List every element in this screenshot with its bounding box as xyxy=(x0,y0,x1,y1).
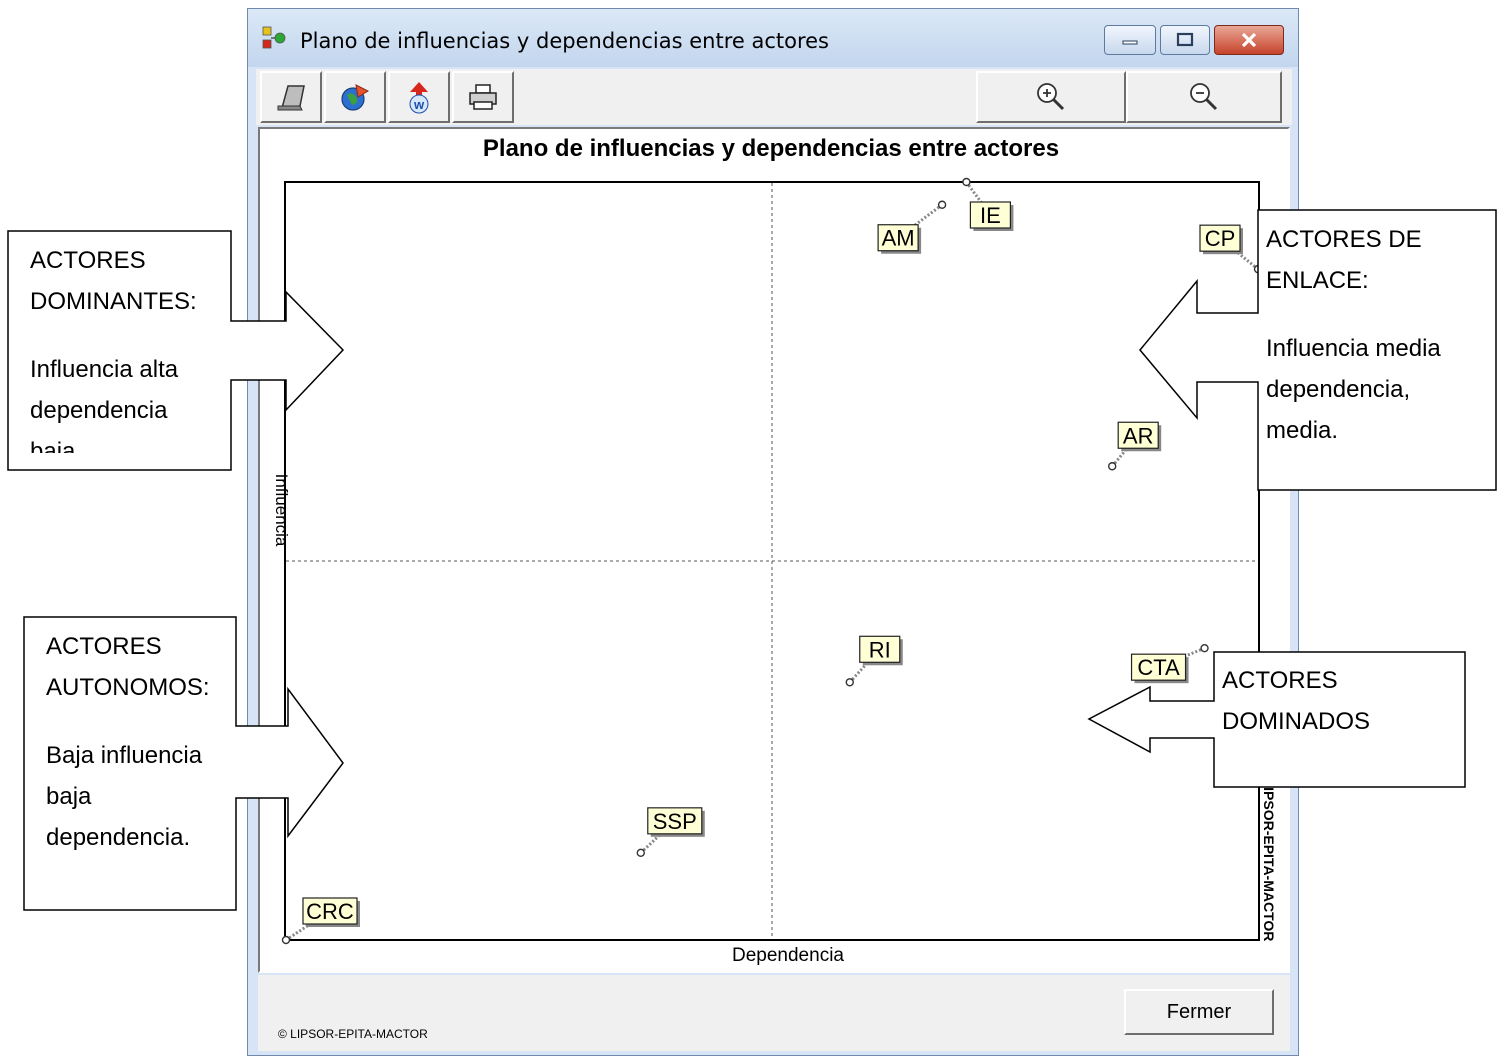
influence-dependence-chart: Plano de influencias y dependencias entr… xyxy=(272,135,1277,966)
x-axis-label: Dependencia xyxy=(732,945,844,966)
actor-label: AR xyxy=(1123,423,1154,448)
point-marker xyxy=(1253,264,1263,274)
actor-point-cta: CTA xyxy=(1130,643,1209,684)
callout-line: ACTORES xyxy=(1222,667,1338,694)
callout-line: baja xyxy=(46,783,92,810)
callout-line: media. xyxy=(1266,417,1339,444)
actor-point-ar: AR xyxy=(1107,421,1162,471)
callout-line: baja. xyxy=(30,438,83,453)
actor-label: SSP xyxy=(653,809,697,834)
y-axis-label: Influencia xyxy=(272,474,291,547)
point-marker xyxy=(1107,462,1117,471)
side-watermark: LIPSOR-EPITA-MACTOR xyxy=(1261,779,1277,942)
actor-label: AM xyxy=(882,226,915,251)
actor-label: CRC xyxy=(306,899,354,924)
callout-line: Baja influencia xyxy=(46,742,203,769)
point-marker xyxy=(636,848,645,858)
callout-dominados-text: ACTORES DOMINADOS xyxy=(1222,660,1458,742)
point-marker xyxy=(937,200,947,209)
callout-line: ACTORES DE xyxy=(1266,226,1422,253)
actor-point-ri: RI xyxy=(845,635,903,687)
callout-line: DOMINADOS xyxy=(1222,708,1371,735)
actor-point-crc: CRC xyxy=(281,897,360,945)
callout-line: AUTONOMOS: xyxy=(46,674,210,701)
chart-title: Plano de influencias y dependencias entr… xyxy=(483,135,1059,162)
actor-label: IE xyxy=(980,203,1001,228)
callout-line: ACTORES xyxy=(46,633,162,660)
actor-point-ssp: SSP xyxy=(636,807,705,858)
actor-point-ie: IE xyxy=(962,177,1014,231)
callout-dominantes-text: ACTORES DOMINANTES: Influencia alta depe… xyxy=(30,240,226,453)
callout-line: dependencia xyxy=(30,397,168,424)
callout-line: DOMINANTES: xyxy=(30,288,197,315)
actor-label: CP xyxy=(1205,226,1236,251)
callout-line: dependencia. xyxy=(46,824,191,851)
callout-line: Influencia media xyxy=(1266,335,1441,362)
actor-point-am: AM xyxy=(877,200,947,254)
point-marker xyxy=(281,935,291,945)
callout-autonomos-text: ACTORES AUTONOMOS: Baja influencia baja … xyxy=(46,626,232,858)
point-marker xyxy=(962,177,971,187)
actor-label: CTA xyxy=(1137,655,1180,680)
actor-label: RI xyxy=(869,637,891,662)
point-marker xyxy=(1200,643,1209,653)
actor-point-cp: CP xyxy=(1199,224,1263,274)
callout-line: ACTORES xyxy=(30,247,146,274)
callout-line: Influencia alta xyxy=(30,356,179,383)
point-marker xyxy=(845,678,854,687)
callout-line: ENLACE: xyxy=(1266,267,1369,294)
callout-enlace-text: ACTORES DE ENLACE: Influencia media depe… xyxy=(1266,219,1492,451)
callout-line: dependencia, xyxy=(1266,376,1411,403)
